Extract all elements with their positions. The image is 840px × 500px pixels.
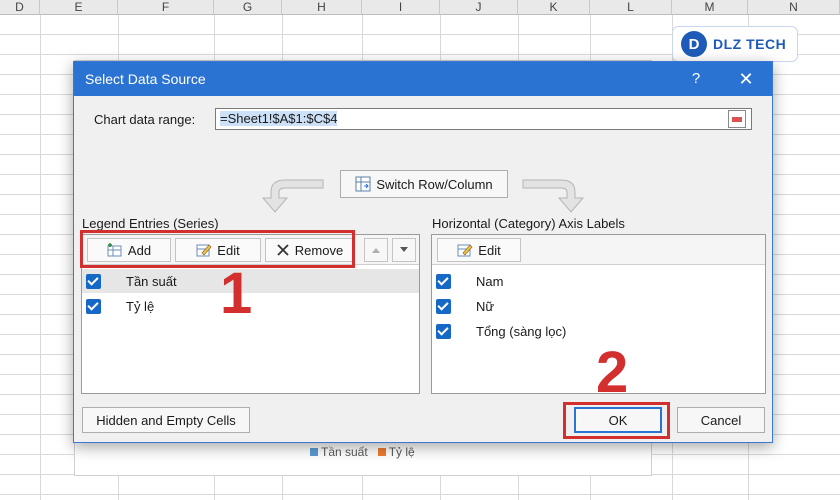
edit-axis-labels-button[interactable]: Edit	[437, 238, 521, 262]
dlz-tech-logo: D DLZ TECH	[672, 26, 798, 62]
legend-item-tan-suat: Tần suất	[310, 445, 368, 459]
legend-label: Tỷ lệ	[388, 445, 415, 459]
highlight-box-step1	[80, 230, 355, 268]
series-label: Tần suất	[126, 273, 177, 289]
close-button[interactable]: ✕	[734, 68, 758, 90]
logo-mark: D	[681, 31, 707, 57]
move-down-button[interactable]	[392, 238, 416, 262]
axis-checkbox[interactable]	[436, 323, 451, 339]
column-header-m[interactable]: M	[672, 0, 748, 15]
edit-icon	[457, 244, 473, 257]
series-checkbox[interactable]	[86, 273, 101, 289]
column-header-e[interactable]: E	[40, 0, 118, 15]
legend-item-ty-le: Tỷ lệ	[377, 445, 415, 459]
axis-checkbox[interactable]	[436, 298, 451, 314]
move-up-button[interactable]	[364, 238, 388, 262]
legend-swatch	[310, 448, 318, 456]
dialog-titlebar[interactable]: Select Data Source ? ✕	[74, 62, 772, 96]
column-header-f[interactable]: F	[118, 0, 214, 15]
legend-entries-label: Legend Entries (Series)	[82, 216, 219, 231]
column-header-row: D E F G H I J K L M N	[0, 0, 840, 15]
chevron-up-icon	[372, 248, 380, 253]
axis-label: Tổng (sàng lọc)	[476, 323, 567, 339]
chart-data-range-label: Chart data range:	[94, 112, 196, 127]
highlight-box-step2	[563, 402, 670, 439]
step-number-2: 2	[596, 340, 629, 405]
logo-text: DLZ TECH	[713, 36, 787, 52]
axis-checkbox[interactable]	[436, 273, 451, 289]
column-header-j[interactable]: J	[440, 0, 518, 15]
help-button[interactable]: ?	[686, 69, 706, 89]
column-header-n[interactable]: N	[748, 0, 840, 15]
chart-data-range-input[interactable]: =Sheet1!$A$1:$C$4	[215, 108, 752, 130]
step-number-1: 1	[220, 261, 253, 326]
axis-toolbar: Edit	[432, 235, 765, 265]
axis-label: Nữ	[476, 298, 495, 314]
dialog-title: Select Data Source	[85, 71, 206, 87]
edit-label: Edit	[478, 242, 501, 258]
column-header-h[interactable]: H	[282, 0, 362, 15]
axis-row-nu[interactable]: Nữ	[432, 294, 765, 318]
axis-label: Nam	[476, 273, 504, 289]
series-checkbox[interactable]	[86, 298, 101, 314]
cancel-button[interactable]: Cancel	[677, 407, 765, 433]
column-header-g[interactable]: G	[214, 0, 282, 15]
switch-row-column-button[interactable]: Switch Row/Column	[340, 170, 508, 198]
switch-row-column-label: Switch Row/Column	[376, 176, 493, 192]
series-label: Tỷ lệ	[126, 298, 155, 314]
legend-label: Tần suất	[321, 445, 368, 459]
chevron-down-icon	[400, 247, 408, 252]
column-header-i[interactable]: I	[362, 0, 440, 15]
curved-arrow-left-icon	[261, 179, 324, 213]
switch-row-column-icon	[355, 176, 371, 192]
hidden-empty-cells-button[interactable]: Hidden and Empty Cells	[82, 407, 250, 433]
chart-data-range-value: =Sheet1!$A$1:$C$4	[220, 111, 338, 126]
range-picker-icon[interactable]	[728, 110, 746, 128]
grid-line	[40, 15, 41, 500]
column-header-k[interactable]: K	[518, 0, 590, 15]
column-header-l[interactable]: L	[590, 0, 672, 15]
axis-row-nam[interactable]: Nam	[432, 269, 765, 293]
column-header-d[interactable]: D	[0, 0, 40, 15]
chart-legend: Tần suất Tỷ lệ	[310, 445, 415, 459]
axis-labels-label: Horizontal (Category) Axis Labels	[432, 216, 625, 231]
legend-swatch	[377, 448, 386, 456]
curved-arrow-right-icon	[522, 179, 585, 213]
